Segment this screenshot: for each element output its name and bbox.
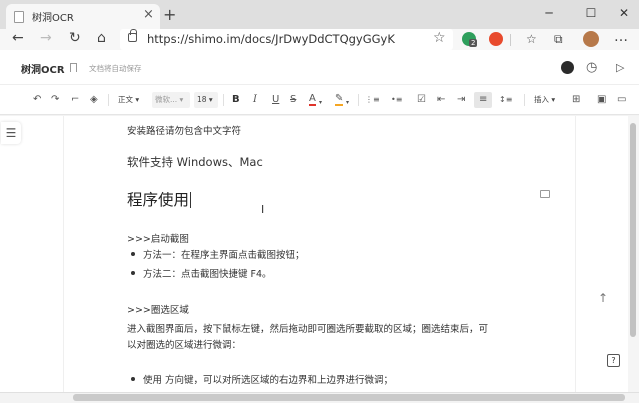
tab-strip: 树洞OCR × + ─ ☐ ✕ [0, 0, 639, 29]
document-area[interactable]: ☰ 安装路径请勿包含中文字符 软件支持 Windows、Mac 程序使用 I >… [0, 116, 639, 392]
maximize-button[interactable]: ☐ [576, 3, 606, 23]
paragraph-style-value: 正文 [118, 95, 133, 104]
list-bullet [131, 377, 135, 381]
section-title[interactable]: >>>圈选区域 [127, 302, 189, 316]
tab-title: 树洞OCR [32, 13, 74, 24]
user-avatar[interactable] [561, 61, 574, 74]
save-status: 文档将自动保存 [89, 64, 142, 73]
underline-button[interactable]: U [272, 93, 279, 107]
close-window-button[interactable]: ✕ [609, 3, 639, 23]
paragraph-style-select[interactable]: 正文 ▾ [118, 92, 139, 108]
extension-icon[interactable] [489, 32, 503, 46]
comment-toolbar-icon[interactable]: ▭ [617, 93, 626, 107]
section-title[interactable]: >>>启动截图 [127, 231, 189, 245]
help-icon[interactable]: ? [607, 354, 620, 367]
tab-close-icon[interactable]: × [143, 7, 154, 22]
cursor-ibeam-icon: I [261, 203, 265, 216]
align-button[interactable]: ≡ [474, 92, 493, 108]
app-header: 树洞OCR 文档将自动保存 ◷ ▷ [0, 50, 639, 85]
chevron-down-icon[interactable]: ▾ [346, 96, 349, 110]
toolbar-divider [510, 34, 511, 46]
format-painter-icon[interactable]: ⌐ [71, 93, 79, 107]
image-icon[interactable]: ▣ [597, 93, 606, 107]
text-caret [190, 192, 192, 208]
font-family-value: 微软... [155, 95, 178, 104]
font-color-button[interactable]: A [309, 93, 316, 106]
bold-button[interactable]: B [232, 93, 240, 107]
lock-icon[interactable] [128, 29, 137, 42]
bookmark-icon[interactable] [70, 63, 77, 72]
font-size-select[interactable]: 18 ▾ [194, 92, 218, 108]
more-icon[interactable]: … [614, 29, 628, 45]
font-family-select[interactable]: 微软... ▾ [152, 92, 190, 108]
italic-button[interactable]: I [253, 93, 257, 107]
line-spacing-icon[interactable]: ↕≡ [499, 93, 512, 107]
horizontal-scroll-thumb[interactable] [73, 394, 625, 401]
profile-avatar[interactable] [583, 31, 599, 47]
toolbar-divider [108, 94, 109, 106]
editor-toolbar: ↶ ↷ ⌐ ◈ 正文 ▾ 微软... ▾ 18 ▾ B I U S A ▾ ✎ … [0, 85, 639, 115]
favorites-icon[interactable]: ☆ [526, 32, 537, 46]
doc-title[interactable]: 树洞OCR [21, 61, 65, 76]
insert-label: 插入 [534, 95, 549, 104]
strikethrough-button[interactable]: S [290, 93, 296, 107]
browser-navbar: ← → ↻ ⌂ https://shimo.im/docs/JrDwyDdCTQ… [0, 29, 639, 50]
indent-icon[interactable]: ⇥ [457, 93, 465, 107]
table-icon[interactable]: ⊞ [572, 93, 580, 107]
toolbar-divider [358, 94, 359, 106]
doc-paragraph[interactable]: 软件支持 Windows、Mac [127, 154, 263, 170]
page-icon [14, 11, 24, 23]
new-tab-button[interactable]: + [163, 5, 176, 24]
page-right-edge [575, 116, 576, 392]
bullet-list-icon[interactable]: •≡ [391, 93, 402, 107]
outline-toggle-button[interactable]: ☰ [1, 122, 21, 144]
list-bullet [131, 252, 135, 256]
back-button[interactable]: ← [12, 30, 24, 46]
list-item[interactable]: 使用 方向键，可以对所选区域的右边界和上边界进行微调； [143, 372, 393, 386]
scroll-to-top-icon[interactable]: ↑ [598, 291, 608, 305]
extension-badge: 2 [469, 39, 478, 47]
favorite-star-icon[interactable]: ☆ [433, 30, 446, 46]
home-button[interactable]: ⌂ [97, 30, 106, 46]
reload-button[interactable]: ↻ [69, 30, 81, 46]
highlight-button[interactable]: ✎ [335, 93, 344, 106]
address-bar[interactable]: https://shimo.im/docs/JrDwyDdCTQgyGGyK ☆ [120, 29, 453, 50]
insert-menu[interactable]: 插入 ▾ [534, 92, 555, 108]
undo-icon[interactable]: ↶ [33, 93, 41, 107]
list-item[interactable]: 方法一：在程序主界面点击截图按钮； [143, 247, 305, 261]
browser-tab-active[interactable]: 树洞OCR × [6, 4, 160, 29]
clear-format-icon[interactable]: ◈ [90, 93, 98, 107]
forward-button[interactable]: → [40, 30, 52, 46]
url-text[interactable]: https://shimo.im/docs/JrDwyDdCTQgyGGyK [147, 32, 395, 46]
font-size-value: 18 [197, 95, 207, 104]
minimize-button[interactable]: ─ [534, 3, 564, 23]
doc-paragraph[interactable]: 以对圈选的区域进行微调： [127, 337, 241, 351]
history-icon[interactable]: ◷ [586, 60, 597, 75]
checklist-icon[interactable]: ☑ [417, 93, 426, 107]
chevron-down-icon[interactable]: ▾ [319, 96, 322, 110]
doc-heading[interactable]: 程序使用 [127, 188, 192, 210]
collections-icon[interactable]: ⧉ [554, 32, 563, 47]
list-bullet [131, 271, 135, 275]
present-icon[interactable]: ▷ [616, 61, 624, 74]
redo-icon[interactable]: ↷ [51, 93, 59, 107]
doc-paragraph[interactable]: 安装路径请勿包含中文字符 [127, 123, 241, 137]
add-comment-icon[interactable] [540, 190, 550, 198]
toolbar-divider [223, 94, 224, 106]
outdent-icon[interactable]: ⇤ [437, 93, 445, 107]
toolbar-divider [524, 94, 525, 106]
numbered-list-icon[interactable]: ⋮≡ [365, 93, 380, 107]
heading-text: 程序使用 [127, 191, 190, 209]
list-item[interactable]: 方法二：点击截图快捷键 F4。 [143, 266, 272, 280]
vertical-scroll-thumb[interactable] [630, 123, 636, 337]
page-left-edge [63, 116, 64, 392]
doc-paragraph[interactable]: 进入截图界面后，按下鼠标左键，然后拖动即可圈选所要截取的区域；圈选结束后，可 [127, 321, 488, 335]
